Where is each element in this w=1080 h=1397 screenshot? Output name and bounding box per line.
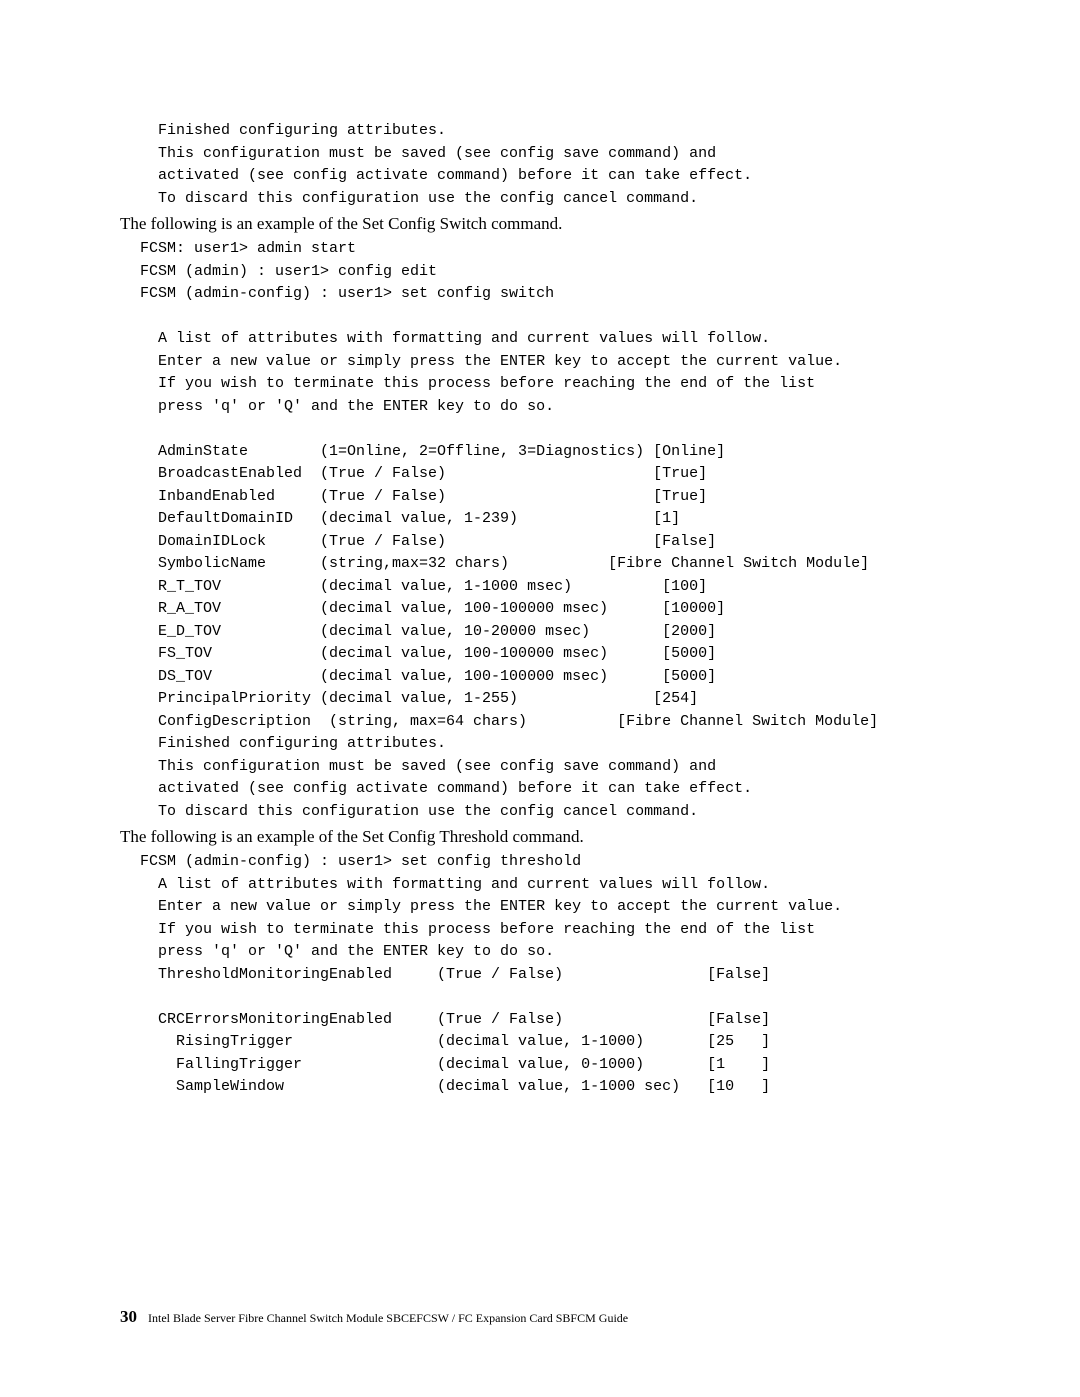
code-block-0: Finished configuring attributes. This co… bbox=[140, 120, 960, 210]
body-text-1: The following is an example of the Set C… bbox=[120, 214, 960, 234]
document-page: Finished configuring attributes. This co… bbox=[0, 0, 1080, 1397]
code-block-4: FCSM (admin-config) : user1> set config … bbox=[140, 851, 960, 1099]
page-footer: 30 Intel Blade Server Fibre Channel Swit… bbox=[120, 1307, 628, 1327]
body-text-3: The following is an example of the Set C… bbox=[120, 827, 960, 847]
page-number: 30 bbox=[120, 1307, 137, 1326]
footer-text: Intel Blade Server Fibre Channel Switch … bbox=[148, 1311, 628, 1325]
code-block-2: FCSM: user1> admin start FCSM (admin) : … bbox=[140, 238, 960, 823]
